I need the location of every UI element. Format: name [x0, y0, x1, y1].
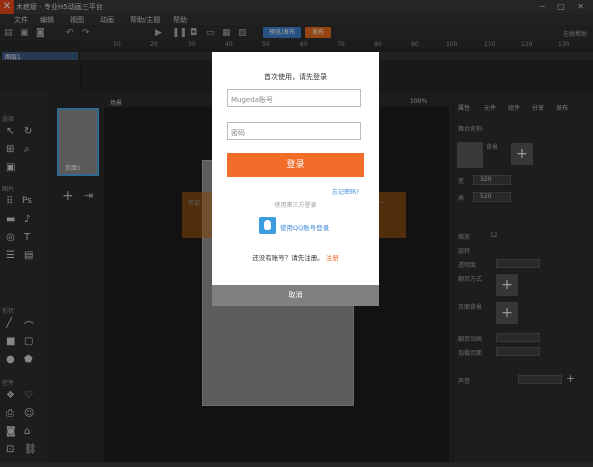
- forgot-password-link[interactable]: 忘记密码?: [332, 187, 359, 196]
- username-input[interactable]: Mugeda账号: [227, 89, 361, 107]
- qq-login-link[interactable]: 使用QQ账号登录: [280, 222, 329, 232]
- register-link[interactable]: 注册: [326, 254, 339, 262]
- register-hint: 还没有账号？请先注册。 注册: [212, 252, 379, 262]
- password-input[interactable]: 密码: [227, 122, 361, 140]
- cancel-button[interactable]: 取消: [212, 285, 379, 306]
- login-button[interactable]: 登录: [227, 153, 364, 177]
- third-party-label: 使用第三方登录: [274, 202, 317, 209]
- login-dialog: 首次使用，请先登录 Mugeda账号 密码 登录 忘记密码? 使用第三方登录 使…: [212, 52, 379, 306]
- qq-icon[interactable]: [259, 217, 276, 234]
- dialog-title: 首次使用，请先登录: [264, 73, 327, 81]
- register-text: 还没有账号？请先注册。: [252, 254, 324, 262]
